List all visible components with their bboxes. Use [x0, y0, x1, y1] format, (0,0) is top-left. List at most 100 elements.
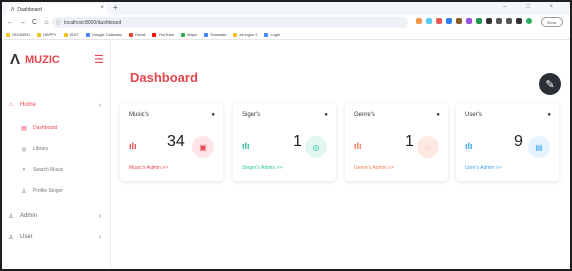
tab-close-icon[interactable]: ×	[100, 5, 104, 11]
bookmark-icon	[152, 32, 157, 37]
bookmark-label: Maps	[187, 32, 197, 37]
sidebar-item-user[interactable]: ♙ User ›	[2, 230, 111, 244]
stat-card-user: User's ● ılı 9 ▤ User's Admin >>	[456, 103, 559, 181]
sidebar: Ʌ MUZIC ☰ ⌂ Home › ▤ Dashboard ◎ Library…	[2, 41, 111, 269]
new-tab-button[interactable]: +	[113, 3, 118, 12]
forward-arrow-icon[interactable]: →	[19, 19, 26, 26]
genre-card-icon: ◌	[417, 136, 439, 158]
stat-card-genre: Genre's ● ılı 1 ◌ Genre's Admin >>	[345, 103, 448, 181]
extension-icon-2[interactable]	[426, 18, 432, 24]
site-info-icon[interactable]: ⓘ	[56, 19, 61, 26]
card-menu-icon[interactable]: ●	[324, 112, 328, 118]
bookmark-label: Translate	[209, 32, 227, 37]
bookmark-label: Google Calendar	[91, 32, 122, 37]
bar-chart-icon: ılı	[129, 141, 137, 151]
reload-icon[interactable]: C	[31, 19, 38, 26]
user-admin-link[interactable]: User's Admin >>	[465, 165, 502, 171]
bookmark-item[interactable]: HAPPY	[37, 32, 57, 37]
singer-card-icon: ◎	[305, 136, 327, 158]
card-value: 34	[167, 133, 185, 150]
extension-icon-10[interactable]	[506, 18, 512, 24]
sidebar-item-library[interactable]: ◎ Library	[20, 142, 111, 156]
sidebar-item-label: Home	[20, 102, 37, 108]
sidebar-item-label: Search Music	[33, 167, 64, 173]
sidebar-item-search-music[interactable]: ⌕ Search Music	[20, 163, 111, 177]
bookmark-icon	[63, 32, 68, 37]
bookmark-icon	[264, 32, 269, 37]
bookmark-item[interactable]: Gmail	[128, 32, 146, 37]
sidebar-item-label: Admin	[20, 213, 38, 219]
extension-icon-3[interactable]	[436, 18, 442, 24]
address-bar[interactable]: ⓘ localhost:8000/dashboard	[52, 17, 408, 28]
sidebar-item-dashboard[interactable]: ▤ Dashboard	[20, 121, 111, 135]
browser-window: Ʌ Dashboard × + – □ × ← → C ⌂ ⓘ localhos…	[0, 0, 572, 271]
bookmark-item[interactable]: ODOMED	[6, 32, 30, 37]
bookmark-item[interactable]: all logos 2	[233, 32, 257, 37]
bookmark-item[interactable]: YouTube	[152, 32, 174, 37]
bookmark-icon	[181, 32, 186, 37]
sidebar-item-admin[interactable]: ♙ Admin ›	[2, 209, 111, 223]
extension-icon-1[interactable]	[416, 18, 422, 24]
stat-card-singer: Siger's ● ılı 1 ◎ Singer's Admin >>	[233, 103, 336, 181]
main-content: Dashboard ✎ Music's ● ılı 34 ▣ Music's A…	[112, 41, 570, 269]
bookmark-label: EDIT	[69, 32, 79, 37]
extension-icon-8[interactable]	[486, 18, 492, 24]
profile-button[interactable]: Error	[541, 17, 563, 27]
users-icon: ♙	[8, 213, 14, 220]
user-card-icon: ▤	[528, 136, 550, 158]
bar-chart-icon: ılı	[242, 141, 250, 151]
extension-icon-6[interactable]	[466, 18, 472, 24]
bookmark-item[interactable]: Login	[264, 32, 280, 37]
home-button-icon[interactable]: ⌂	[43, 19, 50, 26]
bookmark-icon	[85, 32, 90, 37]
extension-icon-12[interactable]	[526, 18, 532, 24]
sidebar-item-label: Library	[33, 146, 49, 152]
chevron-right-icon: ›	[98, 212, 101, 220]
sidebar-item-label: Dashboard	[33, 125, 58, 131]
bookmark-item[interactable]: Google Calendar	[85, 32, 122, 37]
menu-toggle-icon[interactable]: ☰	[94, 53, 104, 66]
card-title: Music's	[129, 112, 149, 118]
sidebar-item-profile-singer[interactable]: ♙ Profile Singer	[20, 184, 111, 198]
sidebar-item-label: User	[20, 234, 33, 240]
sidebar-item-home[interactable]: ⌂ Home ›	[2, 98, 111, 112]
stat-card-music: Music's ● ılı 34 ▣ Music's Admin >>	[120, 103, 223, 181]
bookmark-item[interactable]: Maps	[181, 32, 197, 37]
window-controls[interactable]: – □ ×	[503, 4, 562, 10]
genre-admin-link[interactable]: Genre's Admin >>	[354, 165, 394, 171]
chevron-right-icon: ›	[98, 233, 101, 241]
bookmark-item[interactable]: Translate	[203, 32, 227, 37]
card-title: User's	[465, 112, 482, 118]
extension-icon-4[interactable]	[446, 18, 452, 24]
home-icon: ⌂	[9, 102, 13, 108]
extension-icon-9[interactable]	[496, 18, 502, 24]
card-title: Siger's	[242, 112, 261, 118]
card-menu-icon[interactable]: ●	[211, 112, 215, 118]
card-menu-icon[interactable]: ●	[436, 112, 440, 118]
card-value: 1	[405, 133, 414, 150]
bookmark-icon	[233, 32, 238, 37]
bookmark-item[interactable]: EDIT	[63, 32, 79, 37]
extension-icon-7[interactable]	[476, 18, 482, 24]
address-row: ← → C ⌂ ⓘ localhost:8000/dashboard Error	[2, 15, 570, 30]
bookmark-icon	[203, 32, 208, 37]
extension-icon-5[interactable]	[456, 18, 462, 24]
disc-icon: ◎	[21, 146, 27, 153]
singer-admin-link[interactable]: Singer's Admin >>	[242, 165, 282, 171]
bar-chart-icon: ılı	[354, 141, 362, 151]
back-arrow-icon[interactable]: ←	[7, 19, 14, 26]
app-root: Ʌ MUZIC ☰ ⌂ Home › ▤ Dashboard ◎ Library…	[2, 41, 570, 269]
grid-icon: ▤	[21, 125, 27, 132]
bookmark-icon	[128, 32, 133, 37]
extension-icon-11[interactable]	[516, 18, 522, 24]
music-admin-link[interactable]: Music's Admin >>	[129, 165, 168, 171]
browser-tab[interactable]: Ʌ Dashboard ×	[7, 4, 107, 15]
card-value: 1	[293, 133, 302, 150]
bookmark-icon	[37, 32, 41, 37]
bookmark-label: Gmail	[134, 32, 146, 37]
brand-logo[interactable]: Ʌ MUZIC	[10, 51, 60, 68]
card-title: Genre's	[354, 112, 375, 118]
card-menu-icon[interactable]: ●	[547, 112, 551, 118]
logo-icon: Ʌ	[10, 51, 21, 68]
avatar[interactable]: ✎	[539, 73, 561, 95]
